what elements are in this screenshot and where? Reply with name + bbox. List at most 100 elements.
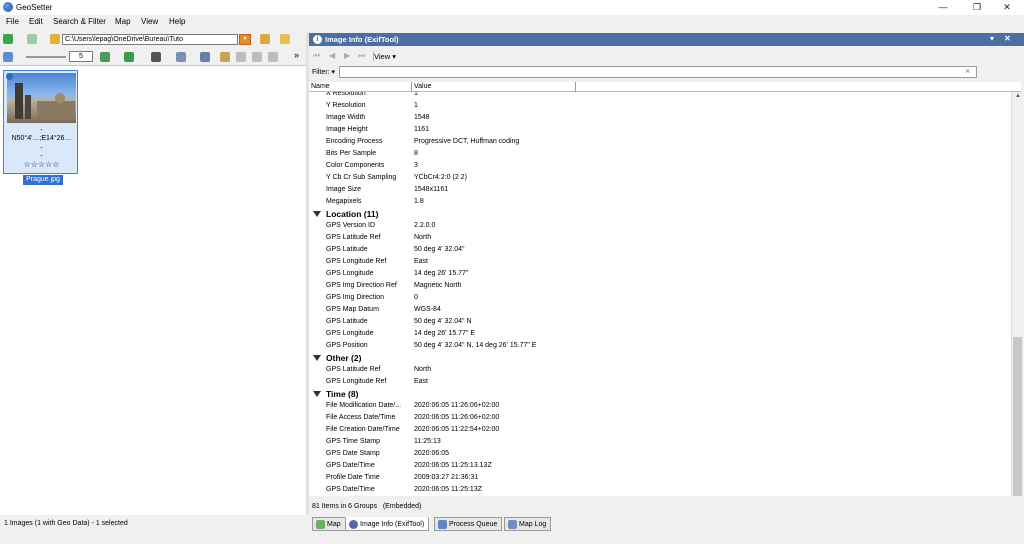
back-arrow-icon[interactable] — [3, 34, 13, 44]
group-header[interactable]: Location (11) — [309, 208, 1011, 220]
forward-arrow-icon[interactable] — [27, 34, 37, 44]
column-header-value[interactable]: Value — [412, 82, 576, 92]
first-record-icon[interactable]: ⏮ — [313, 51, 320, 61]
panel-close-button[interactable]: ✕ — [1004, 34, 1011, 43]
tag-value: 14 deg 26' 15.77" E — [414, 330, 476, 337]
menu-file[interactable]: File — [6, 17, 19, 26]
table-row[interactable]: File Creation Date/Time 2020:06:05 11:22:… — [309, 424, 1011, 436]
last-record-icon[interactable]: ⏭ — [358, 51, 365, 61]
table-row[interactable]: GPS Latitude 50 deg 4' 32.04" N — [309, 316, 1011, 328]
table-row[interactable]: GPS Img Direction Ref Magnetic North — [309, 280, 1011, 292]
column-header-extra[interactable] — [576, 82, 1021, 92]
close-window-button[interactable]: ✕ — [990, 0, 1024, 15]
tag-value: 0 — [414, 294, 418, 301]
panel-menu-button[interactable]: ▾ — [990, 34, 994, 43]
table-row[interactable]: Image Size 1548x1161 — [309, 184, 1011, 196]
clear-filter-icon[interactable]: × — [965, 66, 970, 76]
scroll-up-icon[interactable]: ▲ — [1015, 93, 1021, 99]
view-menu-button[interactable]: View ▾ — [374, 52, 396, 61]
thumbnail-size-slider[interactable] — [26, 56, 66, 58]
folder-up-icon[interactable] — [50, 34, 60, 44]
table-row[interactable]: X Resolution 1 — [309, 92, 1011, 100]
rating-stars[interactable]: ☆☆☆☆☆ — [4, 160, 79, 169]
group-header[interactable]: Other (2) — [309, 352, 1011, 364]
folder-path-input[interactable]: C:\Users\lepag\OneDrive\Bureau\Tuto — [62, 34, 238, 45]
table-row[interactable]: GPS Longitude 14 deg 26' 15.77" E — [309, 328, 1011, 340]
paste-icon[interactable] — [252, 52, 262, 62]
image-thumbnail-card[interactable]: - N50°4'…;E14°26… - - ☆☆☆☆☆ — [3, 70, 78, 174]
table-row[interactable]: GPS Position 50 deg 4' 32.04" N, 14 deg 2… — [309, 340, 1011, 352]
menu-map[interactable]: Map — [115, 17, 131, 26]
toolbar-overflow-button[interactable]: » — [294, 50, 299, 60]
tag-value: 2020:06:05 11:26:06+02:00 — [414, 414, 500, 421]
menu-search-filter[interactable]: Search & Filter — [53, 17, 106, 26]
table-row[interactable]: GPS Date/Time 2020:06:05 11:25:13Z — [309, 484, 1011, 496]
table-row[interactable]: GPS Longitude 14 deg 26' 15.77" — [309, 268, 1011, 280]
navigation-bar: ⏮ ◀ ▶ ⏭ View ▾ — [309, 47, 1024, 65]
thumbnail-filename[interactable]: Prague.jpg — [23, 175, 63, 185]
tab-process-queue[interactable]: Process Queue — [434, 517, 503, 531]
table-row[interactable]: GPS Map Datum WGS-84 — [309, 304, 1011, 316]
table-row[interactable]: Y Cb Cr Sub Sampling YCbCr4:2:0 (2 2) — [309, 172, 1011, 184]
collapse-triangle-icon[interactable] — [313, 355, 321, 361]
tab-map-log[interactable]: Map Log — [504, 517, 552, 531]
table-row[interactable]: Image Height 1161 — [309, 124, 1011, 136]
print-icon[interactable] — [151, 52, 161, 62]
table-row[interactable]: GPS Latitude 50 deg 4' 32.04" — [309, 244, 1011, 256]
refresh-icon[interactable] — [124, 52, 134, 62]
table-row[interactable]: File Access Date/Time 2020:06:05 11:26:06… — [309, 412, 1011, 424]
table-row[interactable]: GPS Latitude Ref North — [309, 364, 1011, 376]
tab-image-info[interactable]: Image Info (ExifTool) — [345, 517, 430, 531]
table-row[interactable]: Profile Date Time 2009:03:27 21:36:31 — [309, 472, 1011, 484]
table-row[interactable]: GPS Version ID 2.2.0.0 — [309, 220, 1011, 232]
filter-label[interactable]: Filter: ▾ — [312, 68, 335, 76]
scrollbar-thumb[interactable] — [1013, 337, 1022, 496]
paste-special-icon[interactable] — [268, 52, 278, 62]
minimize-button[interactable]: — — [926, 0, 960, 15]
tab-map[interactable]: Map — [312, 517, 346, 531]
edit-data-icon[interactable] — [220, 52, 230, 62]
tag-name: File Access Date/Time — [326, 414, 396, 421]
table-row[interactable]: Y Resolution 1 — [309, 100, 1011, 112]
table-row[interactable]: GPS Time Stamp 11:25:13 — [309, 436, 1011, 448]
copy-icon[interactable] — [236, 52, 246, 62]
collapse-triangle-icon[interactable] — [313, 391, 321, 397]
next-record-icon[interactable]: ▶ — [344, 51, 350, 60]
table-row[interactable]: Megapixels 1.8 — [309, 196, 1011, 208]
menu-view[interactable]: View — [141, 17, 158, 26]
table-row[interactable]: Bits Per Sample 8 — [309, 148, 1011, 160]
previous-record-icon[interactable]: ◀ — [329, 51, 335, 60]
filter-input[interactable] — [339, 66, 977, 78]
tag-value: 1548x1161 — [414, 186, 449, 193]
table-row[interactable]: GPS Longitude Ref East — [309, 256, 1011, 268]
table-row[interactable]: GPS Date/Time 2020:06:05 11:25:13.13Z — [309, 460, 1011, 472]
sort-icon[interactable] — [200, 52, 210, 62]
tag-name: GPS Latitude — [326, 318, 368, 325]
open-folder-icon[interactable] — [260, 34, 270, 44]
table-row[interactable]: GPS Longitude Ref East — [309, 376, 1011, 388]
tag-value: 2.2.0.0 — [414, 222, 436, 229]
table-row[interactable]: File Modification Date/... 2020:06:05 11:… — [309, 400, 1011, 412]
menu-edit[interactable]: Edit — [29, 17, 43, 26]
table-row[interactable]: GPS Img Direction 0 — [309, 292, 1011, 304]
prague-thumbnail-image[interactable] — [7, 73, 76, 123]
table-row[interactable]: Encoding Process Progressive DCT, Huffman… — [309, 136, 1011, 148]
menu-help[interactable]: Help — [169, 17, 185, 26]
favorites-folder-icon[interactable] — [280, 34, 290, 44]
tag-value: 50 deg 4' 32.04" N — [414, 318, 472, 325]
filter-icon[interactable] — [176, 52, 186, 62]
table-row[interactable]: Color Components 3 — [309, 160, 1011, 172]
maximize-button[interactable]: ❐ — [960, 0, 994, 15]
view-mode-icon[interactable] — [3, 52, 13, 62]
table-row[interactable]: GPS Latitude Ref North — [309, 232, 1011, 244]
column-header-name[interactable]: Name — [309, 82, 412, 92]
group-header[interactable]: Time (8) — [309, 388, 1011, 400]
table-row[interactable]: Image Width 1548 — [309, 112, 1011, 124]
map-pin-icon[interactable] — [100, 52, 110, 62]
thumbnail-size-stepper[interactable]: 5 — [69, 51, 93, 62]
table-row[interactable]: GPS Date Stamp 2020:06:05 — [309, 448, 1011, 460]
tab-image-info-label: Image Info (ExifTool) — [360, 521, 425, 528]
path-dropdown-button[interactable]: ▾ — [239, 34, 251, 45]
group-label: Other (2) — [326, 353, 362, 363]
collapse-triangle-icon[interactable] — [313, 211, 321, 217]
